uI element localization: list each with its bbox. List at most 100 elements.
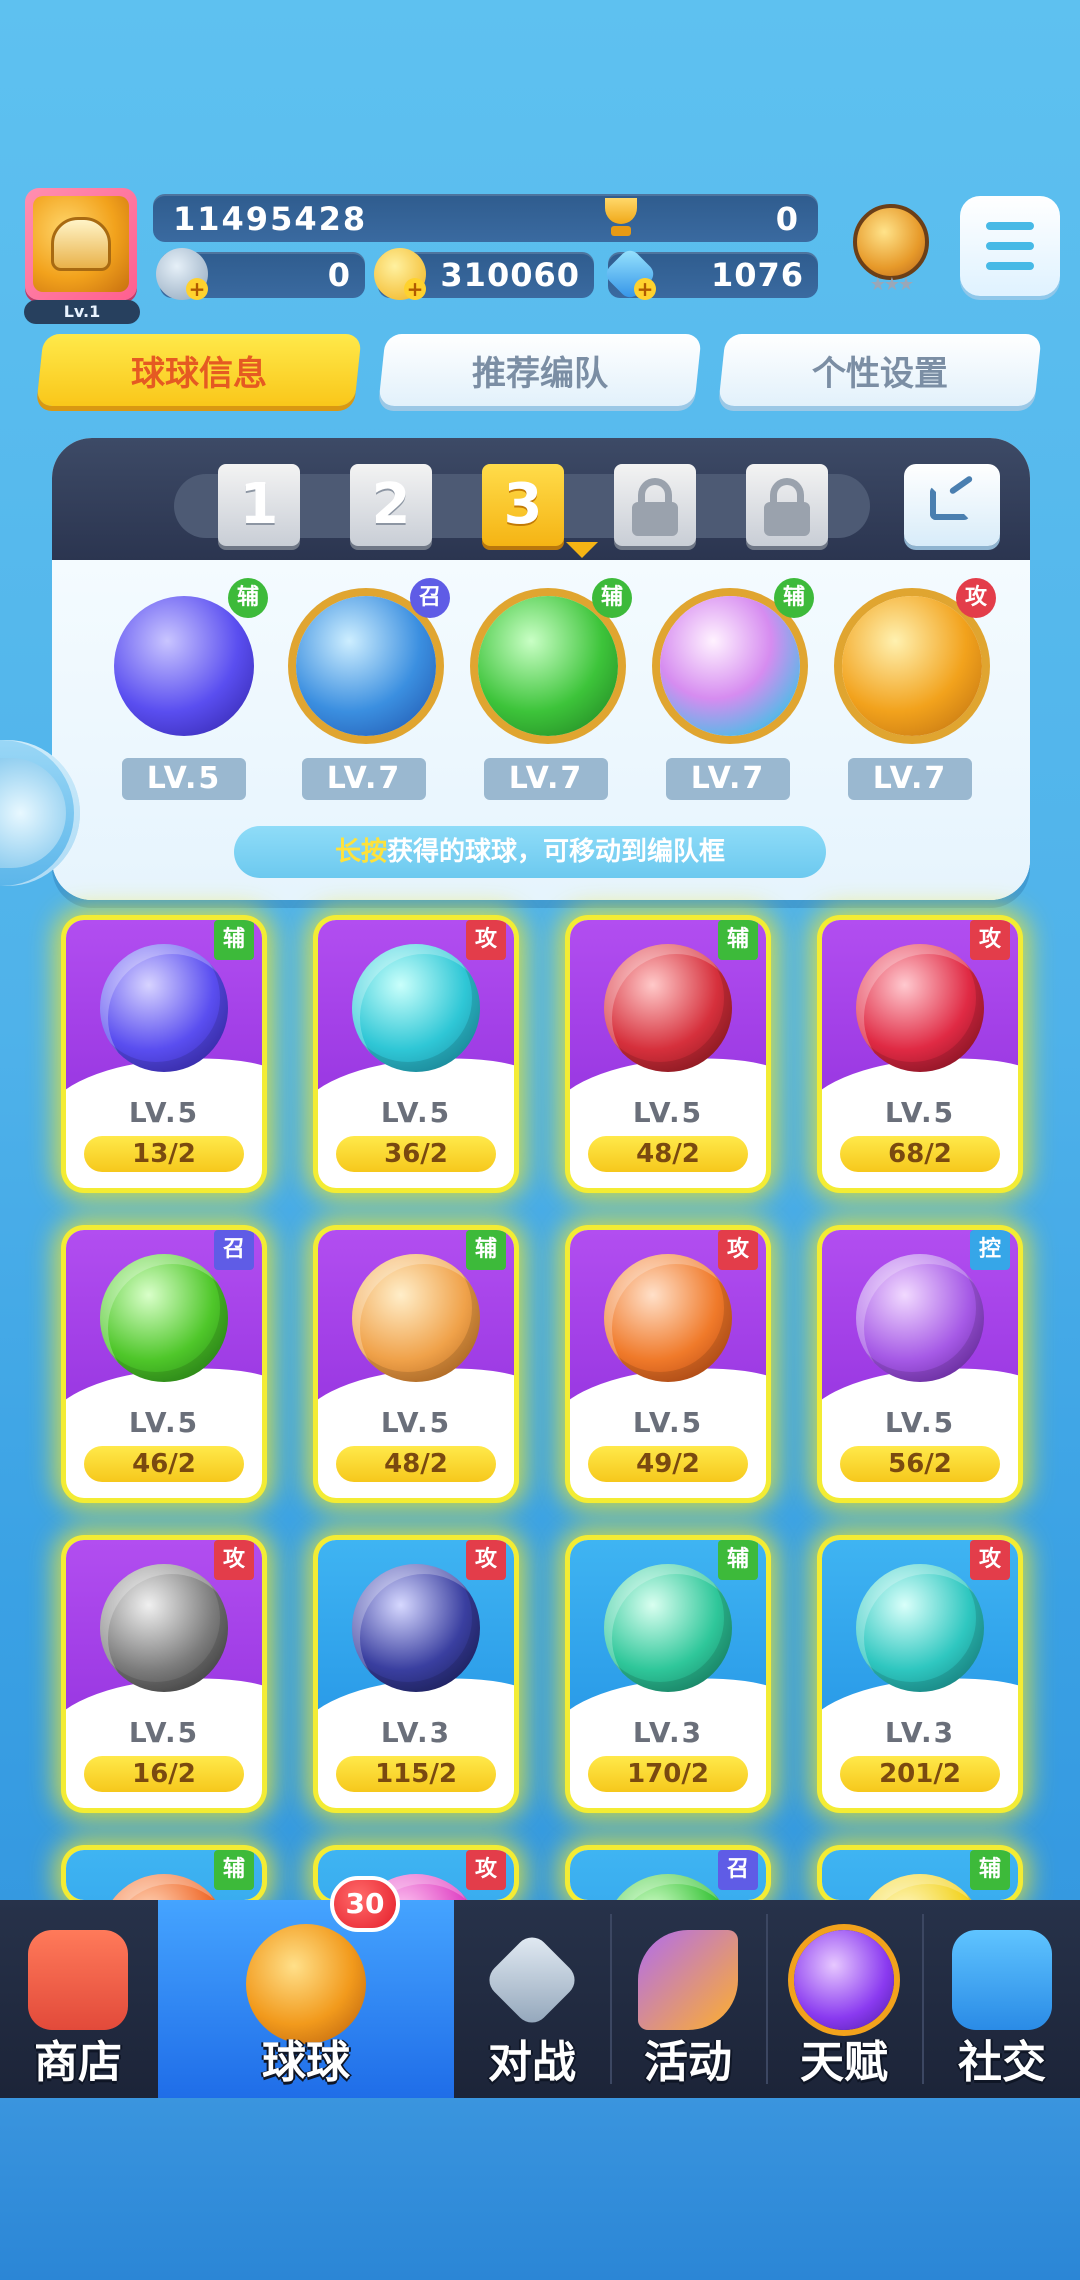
team-ball-3[interactable] (478, 596, 618, 736)
team-panel: 1 2 3 辅 LV.5 召 LV.7 辅 LV.7 辅 LV.7 攻 LV.7… (52, 438, 1030, 900)
ball-icon (100, 944, 228, 1072)
team-slot-1[interactable]: 1 (218, 464, 300, 546)
team-ball-4-tag: 辅 (774, 578, 814, 618)
ball-shard-count: 170/2 (588, 1756, 748, 1792)
ball-type-tag: 召 (718, 1850, 758, 1890)
ball-shard-count: 115/2 (336, 1756, 496, 1792)
menu-button[interactable] (960, 196, 1060, 296)
ball-type-tag: 攻 (466, 1540, 506, 1580)
nav-shop[interactable]: 商店 (0, 1900, 156, 2098)
player-level: Lv.1 (24, 300, 140, 324)
ball-type-tag: 辅 (466, 1230, 506, 1270)
ball-card-12[interactable]: 攻 LV.3 201/2 (822, 1540, 1018, 1808)
ball-card-11[interactable]: 辅 LV.3 170/2 (570, 1540, 766, 1808)
tab-personal-settings[interactable]: 个性设置 (718, 334, 1042, 406)
nav-talent[interactable]: 天赋 (768, 1900, 920, 2098)
ball-card-3[interactable]: 辅 LV.5 48/2 (570, 920, 766, 1188)
ball-card-5[interactable]: 召 LV.5 46/2 (66, 1230, 262, 1498)
coin-bar[interactable]: + 310060 (374, 248, 594, 300)
ball-type-tag: 攻 (466, 920, 506, 960)
ball-type-tag: 攻 (466, 1850, 506, 1890)
team-ball-4[interactable] (660, 596, 800, 736)
ball-card-1[interactable]: 辅 LV.5 13/2 (66, 920, 262, 1188)
team-ball-2-level: LV.7 (302, 758, 426, 800)
team-ball-3-level: LV.7 (484, 758, 608, 800)
ball-type-tag: 攻 (970, 1540, 1010, 1580)
team-ball-5-level: LV.7 (848, 758, 972, 800)
ball-type-tag: 辅 (214, 1850, 254, 1890)
rank-medal-icon[interactable]: ★★★ (845, 200, 937, 300)
ball-card-7[interactable]: 攻 LV.5 49/2 (570, 1230, 766, 1498)
team-slot-2[interactable]: 2 (350, 464, 432, 546)
ball-level: LV.3 (380, 1716, 452, 1749)
ball-level: LV.5 (632, 1406, 704, 1439)
ball-card-15[interactable]: 召 (570, 1850, 766, 1900)
trophy-icon (599, 198, 643, 238)
ball-shard-count: 56/2 (840, 1446, 1000, 1482)
team-ball-5[interactable] (842, 596, 982, 736)
ball-icon (856, 1564, 984, 1692)
ball-type-tag: 攻 (718, 1230, 758, 1270)
ball-card-6[interactable]: 辅 LV.5 48/2 (318, 1230, 514, 1498)
tab-ball-info[interactable]: 球球信息 (36, 334, 362, 406)
team-ball-1-tag: 辅 (228, 578, 268, 618)
ball-level: LV.5 (884, 1406, 956, 1439)
team-ball-1[interactable] (114, 596, 254, 736)
gold-helmet-icon (33, 196, 129, 292)
party-popper-icon (638, 1930, 738, 2030)
energy-bar[interactable]: + 0 (156, 248, 365, 300)
ball-level: LV.5 (128, 1406, 200, 1439)
ball-card-10[interactable]: 攻 LV.3 115/2 (318, 1540, 514, 1808)
ball-icon (100, 1254, 228, 1382)
ball-shard-count: 201/2 (840, 1756, 1000, 1792)
team-slot-bar: 1 2 3 (52, 438, 1030, 560)
ball-type-tag: 辅 (214, 920, 254, 960)
ball-icon (352, 944, 480, 1072)
ball-type-tag: 辅 (970, 1850, 1010, 1890)
nav-events[interactable]: 活动 (612, 1900, 764, 2098)
coins-value: 310060 (440, 256, 580, 294)
ball-card-13[interactable]: 辅 (66, 1850, 262, 1900)
chat-heart-icon (952, 1930, 1052, 2030)
ball-icon (352, 1254, 480, 1382)
ball-type-tag: 攻 (214, 1540, 254, 1580)
add-gems-button[interactable]: + (634, 278, 656, 300)
ball-card-4[interactable]: 攻 LV.5 68/2 (822, 920, 1018, 1188)
gems-value: 1076 (710, 256, 804, 294)
ball-level: LV.3 (884, 1716, 956, 1749)
planet-icon (794, 1930, 894, 2030)
share-button[interactable] (904, 464, 1000, 546)
ball-level: LV.3 (632, 1716, 704, 1749)
hint-text: 获得的球球，可移动到编队框 (387, 837, 726, 867)
ball-card-8[interactable]: 控 LV.5 56/2 (822, 1230, 1018, 1498)
player-avatar[interactable] (25, 188, 137, 300)
ball-icon (856, 1254, 984, 1382)
ball-type-tag: 辅 (718, 1540, 758, 1580)
ball-card-16[interactable]: 辅 (822, 1850, 1018, 1900)
team-slot-locked-5[interactable] (746, 464, 828, 546)
ball-shard-count: 49/2 (588, 1446, 748, 1482)
ball-icon (100, 1564, 228, 1692)
ball-type-tag: 召 (214, 1230, 254, 1270)
team-slot-locked-4[interactable] (614, 464, 696, 546)
team-ball-5-tag: 攻 (956, 578, 996, 618)
tab-recommended-team[interactable]: 推荐编队 (378, 334, 702, 406)
hint-highlight: 长按 (334, 837, 387, 867)
nav-battle[interactable]: 对战 (456, 1900, 608, 2098)
ball-shard-count: 68/2 (840, 1136, 1000, 1172)
ball-type-tag: 辅 (718, 920, 758, 960)
add-coins-button[interactable]: + (404, 278, 426, 300)
drag-hint: 长按获得的球球，可移动到编队框 (234, 826, 826, 878)
nav-social[interactable]: 社交 (924, 1900, 1080, 2098)
ball-card-2[interactable]: 攻 LV.5 36/2 (318, 920, 514, 1188)
gem-bar[interactable]: + 1076 (602, 246, 818, 302)
ball-shard-count: 48/2 (588, 1136, 748, 1172)
nav-balls[interactable]: 球球 (158, 1900, 454, 2098)
team-slot-3[interactable]: 3 (482, 464, 564, 546)
team-ball-2[interactable] (296, 596, 436, 736)
ball-card-9[interactable]: 攻 LV.5 16/2 (66, 1540, 262, 1808)
ball-level: LV.5 (380, 1096, 452, 1129)
add-energy-button[interactable]: + (186, 278, 208, 300)
active-slot-pointer (566, 542, 598, 558)
ball-shard-count: 16/2 (84, 1756, 244, 1792)
